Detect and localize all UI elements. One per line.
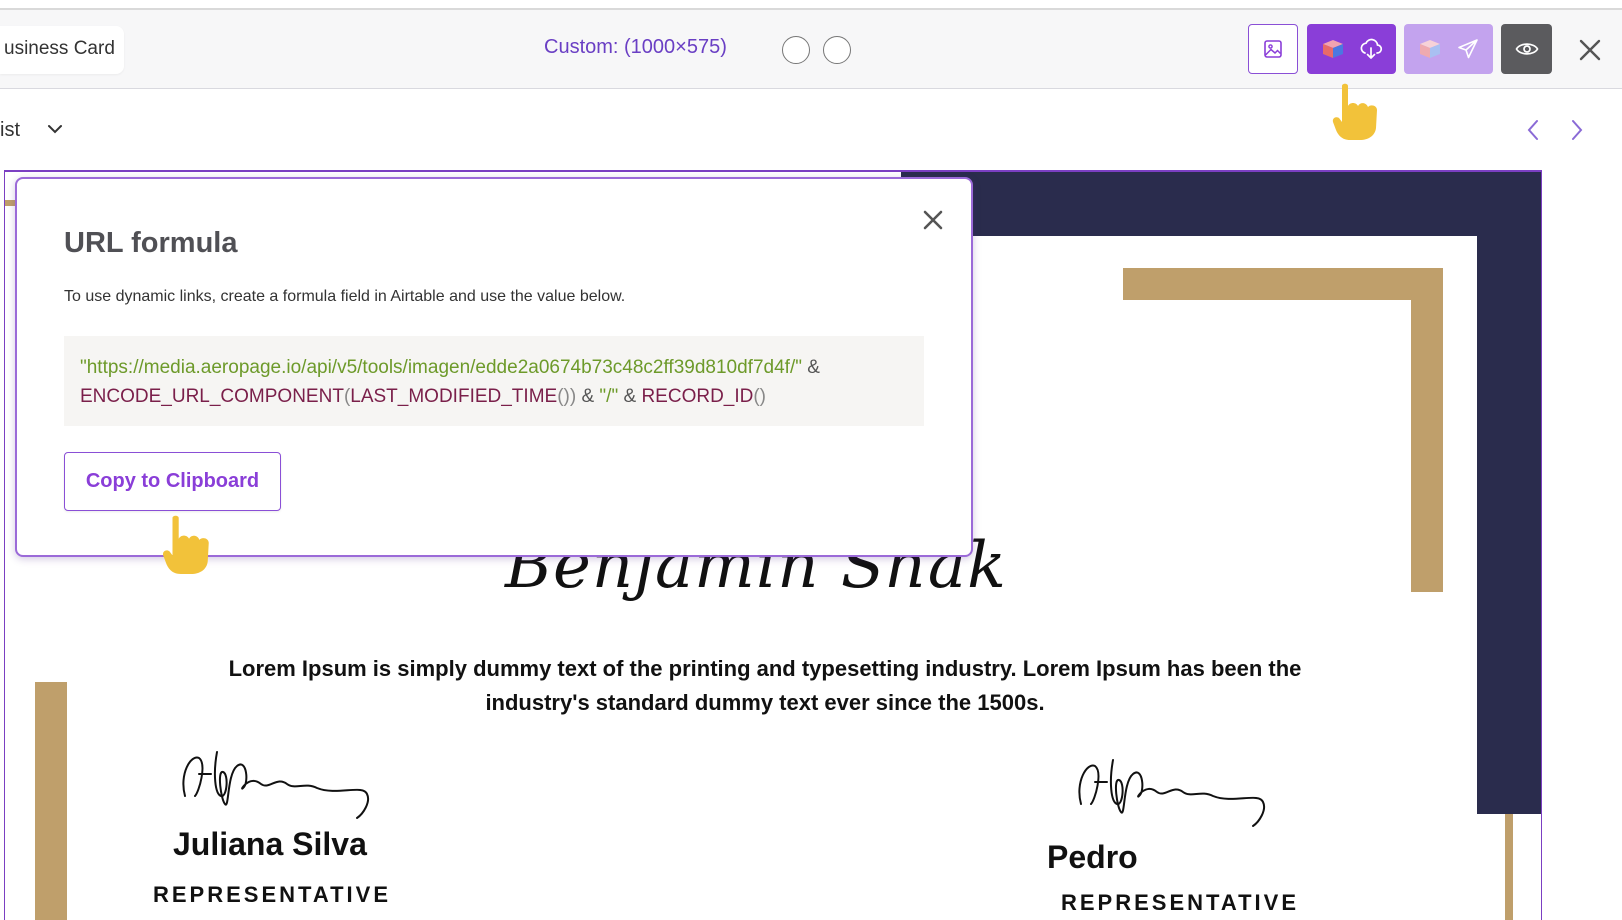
formula-code-box[interactable]: "https://media.aeropage.io/api/v5/tools/… <box>64 336 924 426</box>
formula-operator: & <box>807 357 820 378</box>
option-radio-1[interactable] <box>782 36 810 64</box>
formula-modified-fn: LAST_MODIFIED_TIME <box>350 386 558 407</box>
box-icon <box>1419 40 1440 58</box>
formula-paren: () <box>753 386 767 407</box>
option-radio-2[interactable] <box>823 36 851 64</box>
copy-to-clipboard-button[interactable]: Copy to Clipboard <box>64 452 281 511</box>
document-tab-label: usiness Card <box>4 38 115 59</box>
modal-description: To use dynamic links, create a formula f… <box>64 288 626 305</box>
eye-icon <box>1515 43 1538 55</box>
signer-right-name: Pedro <box>1047 839 1138 875</box>
formula-encode-fn: ENCODE_URL_COMPONENT <box>80 386 344 407</box>
signer-left-role: REPRESENTATIVE <box>153 882 391 907</box>
signature-right <box>1078 759 1265 827</box>
document-tab[interactable]: usiness Card <box>0 26 124 74</box>
close-icon[interactable] <box>922 209 944 231</box>
gold-bar-left <box>35 682 67 920</box>
formula-slash-string: "/" <box>599 386 619 407</box>
signer-left-name: Juliana Silva <box>173 826 367 862</box>
signature-left <box>182 751 369 819</box>
preview-button[interactable] <box>1501 24 1552 74</box>
chevron-right-icon[interactable] <box>1568 118 1586 142</box>
send-button[interactable] <box>1404 24 1493 74</box>
formula-paren: ()) <box>557 386 577 407</box>
url-formula-modal: URL formula To use dynamic links, create… <box>15 177 973 557</box>
certificate-body-text: Lorem Ipsum is simply dummy text of the … <box>228 656 1302 715</box>
box-icon <box>1322 40 1343 58</box>
formula-operator: & <box>581 386 595 407</box>
hand-pointer-icon <box>1332 83 1377 140</box>
modal-title: URL formula <box>64 227 238 259</box>
formula-record-fn: RECORD_ID <box>641 386 754 407</box>
hand-pointer-icon <box>163 515 209 574</box>
list-selector-label[interactable]: ist <box>0 119 20 142</box>
cloud-download-icon <box>1360 38 1382 59</box>
signer-right-role: REPRESENTATIVE <box>1061 890 1299 915</box>
gold-bar-right <box>1505 814 1513 920</box>
canvas-size-label[interactable]: Custom: (1000×575) <box>544 36 727 59</box>
close-icon[interactable] <box>1578 38 1602 62</box>
chevron-down-icon[interactable] <box>46 122 64 136</box>
editor-toolbar: usiness Card Custom: (1000×575) <box>0 10 1622 89</box>
image-button[interactable] <box>1248 24 1298 74</box>
formula-url-string: "https://media.aeropage.io/api/v5/tools/… <box>80 357 802 378</box>
formula-operator: & <box>623 386 637 407</box>
gold-corner-side <box>1411 268 1443 592</box>
download-button[interactable] <box>1307 24 1396 74</box>
formula-line-1: "https://media.aeropage.io/api/v5/tools/… <box>80 353 908 382</box>
gold-corner-top <box>1123 268 1443 300</box>
chevron-left-icon[interactable] <box>1524 118 1542 142</box>
image-icon <box>1264 40 1282 58</box>
send-icon <box>1457 39 1478 59</box>
formula-line-2: ENCODE_URL_COMPONENT(LAST_MODIFIED_TIME(… <box>80 382 908 411</box>
